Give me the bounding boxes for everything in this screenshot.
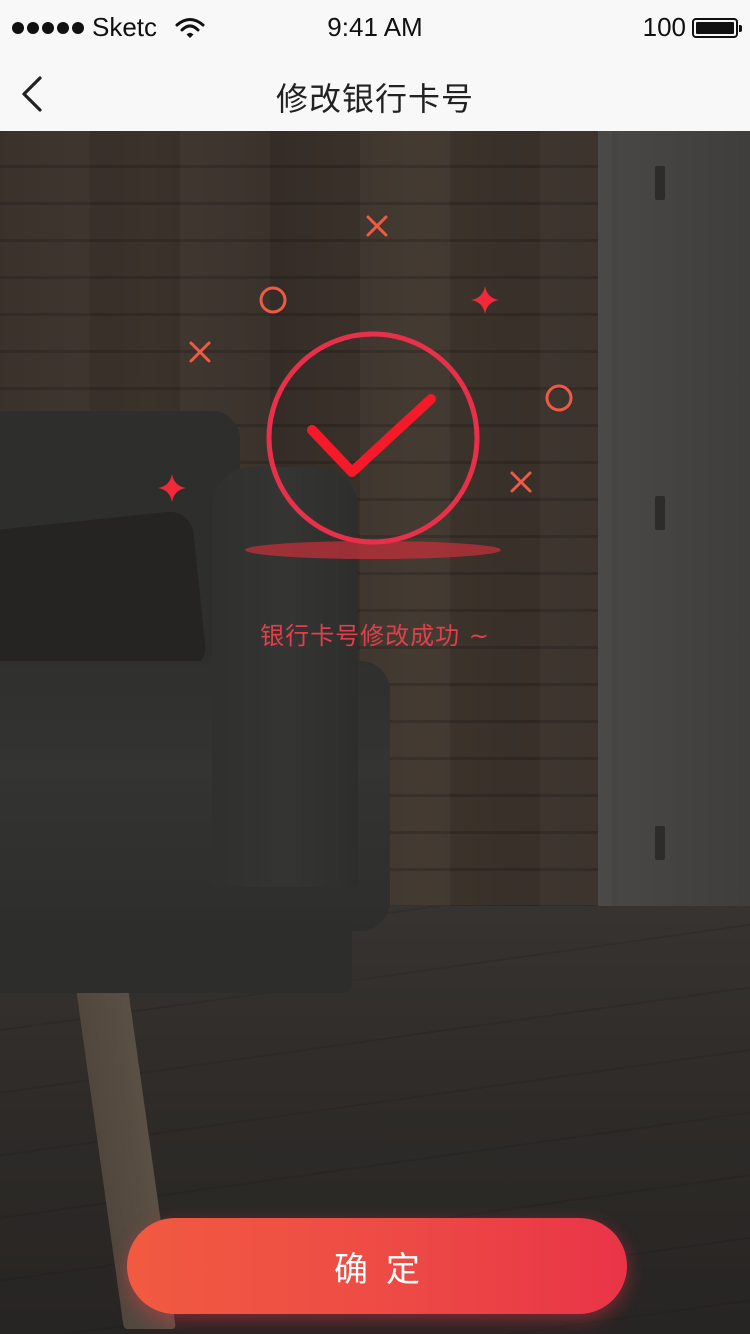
- cross-icon: [366, 215, 388, 237]
- circle-icon: [545, 384, 573, 412]
- status-bar: Sketc 9:41 AM 100: [0, 0, 750, 56]
- circle-icon: [259, 286, 287, 314]
- sparkle-icon: [471, 286, 499, 314]
- cross-icon: [189, 341, 211, 363]
- battery-percent: 100: [642, 12, 686, 42]
- nav-bar: 修改银行卡号: [0, 56, 750, 131]
- page-title: 修改银行卡号: [275, 80, 474, 118]
- status-time: 9:41 AM: [327, 12, 423, 42]
- screen: Sketc 9:41 AM 100 修改银行卡号 银行卡号修改成功 ~ 确定: [0, 0, 750, 1334]
- success-message: 银行卡号修改成功 ~: [260, 622, 490, 650]
- battery-icon: [692, 17, 742, 38]
- check-circle-icon: [266, 331, 480, 545]
- confirm-button[interactable]: 确定: [127, 1218, 627, 1314]
- sparkle-icon: [158, 474, 186, 502]
- status-right: 100: [642, 12, 742, 43]
- cross-icon: [510, 471, 532, 493]
